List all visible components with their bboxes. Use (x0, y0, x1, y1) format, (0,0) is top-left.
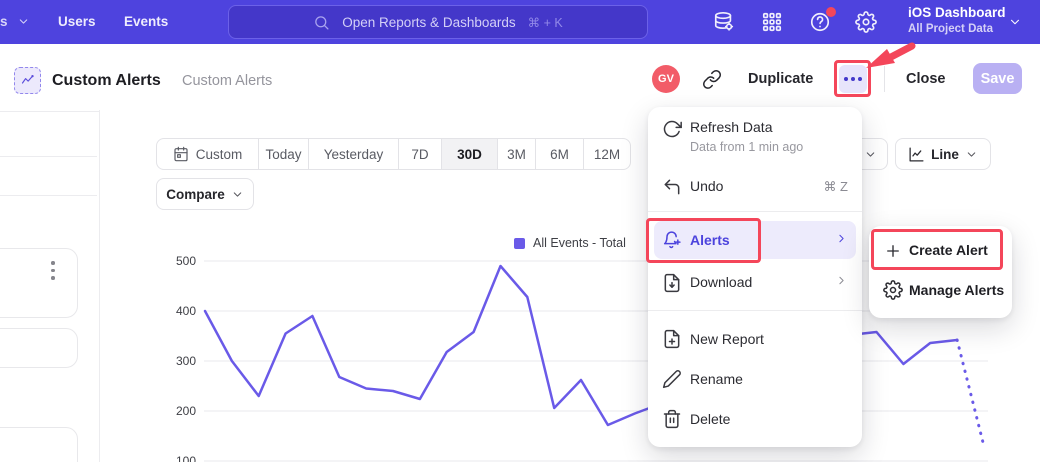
sidebar-border (99, 110, 100, 462)
chevron-down-icon (17, 15, 30, 28)
range-yesterday[interactable]: Yesterday (309, 139, 399, 169)
data-management-icon[interactable] (713, 11, 735, 33)
new-report-icon (662, 329, 682, 349)
nav-item-truncated[interactable]: s (0, 14, 30, 29)
rename-pencil-icon (662, 369, 682, 389)
search-placeholder: Open Reports & Dashboards (342, 15, 515, 30)
submenu-item-create-alert[interactable]: Create Alert (909, 242, 988, 258)
app-root: 500 400 300 200 100 All Events - Total Custo… (0, 0, 1040, 462)
undo-shortcut: ⌘ Z (823, 179, 848, 195)
apps-grid-icon[interactable] (761, 11, 783, 33)
chevron-down-icon (965, 148, 978, 161)
menu-item-refresh-data[interactable]: Refresh Data (690, 119, 772, 135)
sidebar-card[interactable] (0, 248, 78, 318)
menu-item-new-report[interactable]: New Report (690, 331, 764, 347)
line-chart-icon (20, 73, 35, 88)
avatar[interactable]: GV (652, 65, 680, 93)
range-7d[interactable]: 7D (399, 139, 442, 169)
svg-text:300: 300 (176, 354, 196, 368)
page-title: Custom Alerts (52, 72, 161, 90)
svg-text:100: 100 (176, 454, 196, 462)
notification-dot (826, 7, 836, 17)
chart-legend: All Events - Total (514, 236, 626, 250)
copy-link-icon[interactable] (702, 69, 722, 89)
project-scope: All Project Data (908, 23, 1006, 35)
menu-item-alerts[interactable]: Alerts (690, 232, 730, 248)
refresh-data-subtitle: Data from 1 min ago (690, 140, 803, 154)
range-label: Custom (196, 147, 243, 162)
svg-text:500: 500 (176, 254, 196, 268)
kebab-menu-icon[interactable] (51, 261, 55, 280)
legend-swatch (514, 238, 525, 249)
download-icon (662, 273, 682, 293)
sidebar-card[interactable] (0, 328, 78, 368)
range-custom[interactable]: Custom (157, 139, 259, 169)
project-switcher[interactable]: iOS Dashboard All Project Data (908, 5, 1006, 35)
menu-item-delete[interactable]: Delete (690, 411, 730, 427)
chevron-right-icon (835, 232, 848, 245)
compare-button[interactable]: Compare (156, 178, 254, 210)
search-shortcut: ⌘ + K (528, 15, 563, 30)
bell-plus-icon (662, 230, 682, 250)
sidebar-divider (0, 156, 97, 157)
chevron-down-icon (864, 148, 877, 161)
breadcrumb: Custom Alerts (182, 73, 272, 89)
calendar-icon (173, 146, 189, 162)
plus-icon (884, 242, 902, 260)
menu-item-rename[interactable]: Rename (690, 371, 743, 387)
range-30d-selected[interactable]: 30D (442, 139, 498, 169)
save-button[interactable]: Save (973, 63, 1022, 94)
nav-item-users[interactable]: Users (58, 14, 96, 29)
menu-item-undo[interactable]: Undo (690, 178, 723, 194)
menu-divider (648, 310, 862, 311)
chevron-down-icon (231, 188, 244, 201)
trash-icon (662, 409, 682, 429)
svg-text:400: 400 (176, 304, 196, 318)
range-6m[interactable]: 6M (536, 139, 584, 169)
nav-item-events[interactable]: Events (124, 14, 168, 29)
search-input[interactable]: Open Reports & Dashboards ⌘ + K (228, 5, 648, 39)
svg-text:200: 200 (176, 404, 196, 418)
gear-icon (883, 280, 903, 300)
undo-icon (662, 177, 682, 197)
alerts-submenu: Create Alert Manage Alerts (869, 226, 1012, 318)
refresh-icon (662, 119, 682, 139)
header-divider (884, 66, 885, 92)
line-chart-icon (908, 146, 925, 163)
range-today[interactable]: Today (259, 139, 309, 169)
chevron-down-icon[interactable] (1008, 15, 1022, 29)
context-menu: Refresh Data Data from 1 min ago Undo ⌘ … (648, 107, 862, 447)
menu-divider (648, 211, 862, 212)
project-name: iOS Dashboard (908, 5, 1006, 20)
duplicate-button[interactable]: Duplicate (748, 71, 813, 87)
chart-type-button[interactable]: Line (895, 138, 991, 170)
legend-label: All Events - Total (533, 236, 626, 250)
range-3m[interactable]: 3M (498, 139, 536, 169)
submenu-item-manage-alerts[interactable]: Manage Alerts (909, 282, 1004, 298)
chevron-right-icon (835, 274, 848, 287)
more-options-button[interactable] (839, 65, 867, 93)
date-range-control: Custom Today Yesterday 7D 30D 3M 6M 12M (156, 138, 631, 170)
report-type-icon (14, 67, 41, 94)
sidebar-divider (0, 111, 99, 112)
close-button[interactable]: Close (906, 71, 946, 87)
menu-item-download[interactable]: Download (690, 274, 752, 290)
range-12m[interactable]: 12M (584, 139, 630, 169)
sidebar-divider (0, 195, 97, 196)
search-icon (313, 14, 330, 31)
gear-icon[interactable] (855, 11, 877, 33)
sidebar-card[interactable] (0, 427, 78, 462)
top-nav: s Users Events Open Reports & Dashboards… (0, 0, 1040, 44)
alerts-row-highlight[interactable] (654, 221, 856, 259)
